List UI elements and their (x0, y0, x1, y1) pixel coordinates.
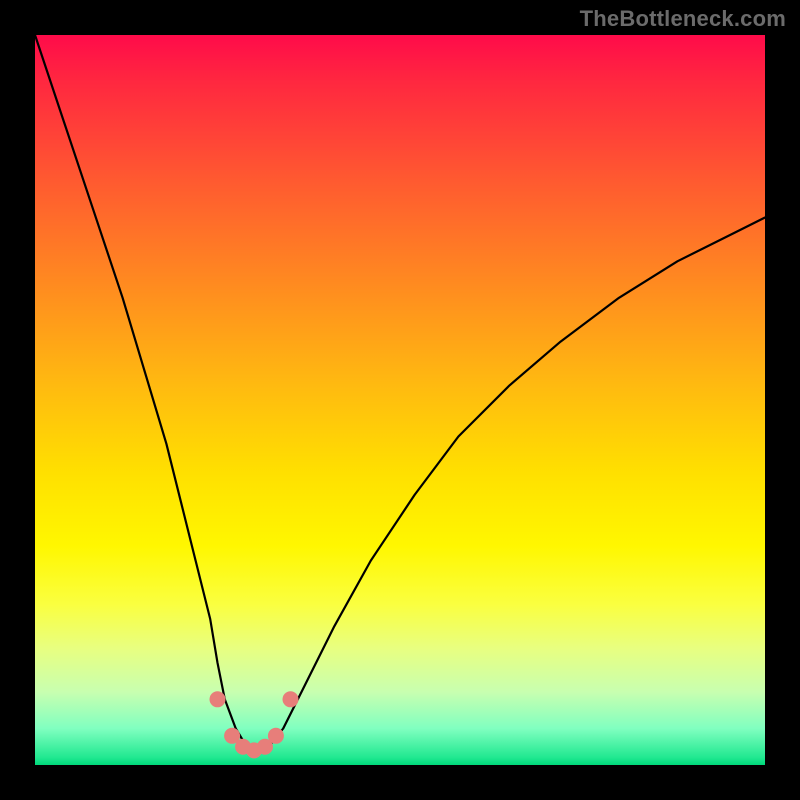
curve-marker (283, 691, 299, 707)
watermark-text: TheBottleneck.com (580, 6, 786, 32)
curve-marker (210, 691, 226, 707)
chart-frame: TheBottleneck.com (0, 0, 800, 800)
curve-marker (268, 728, 284, 744)
curve-overlay (35, 35, 765, 765)
bottleneck-curve (35, 35, 765, 750)
